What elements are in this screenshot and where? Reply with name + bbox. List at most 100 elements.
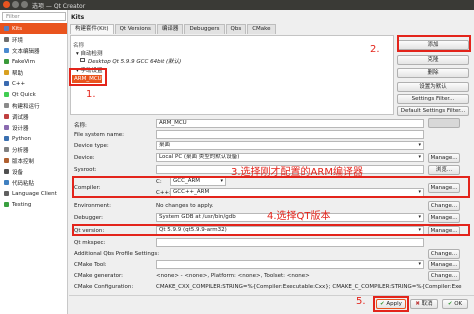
sidebar-item-label: 文本编辑器: [12, 48, 40, 55]
sysroot-browse-button[interactable]: 浏览...: [428, 165, 460, 175]
sidebar-item-label: Qt Quick: [12, 91, 36, 98]
sidebar-item-version-control[interactable]: 版本控制: [0, 155, 67, 166]
tree-item-desktop[interactable]: Desktop Qt 5.9.9 GCC 64bit (默认): [88, 57, 181, 65]
device-select[interactable]: Local PC (桌面 类型的默认设备): [156, 153, 424, 162]
annotation-box-compiler: [72, 176, 470, 198]
help-icon: [4, 70, 9, 75]
clone-button[interactable]: 克隆: [397, 55, 469, 65]
language-client-icon: [4, 191, 9, 196]
mkspec-label: Qt mkspec:: [74, 240, 106, 246]
annotation-box-apply: [373, 296, 409, 312]
filesystem-field[interactable]: [156, 130, 424, 139]
qbs-change-button[interactable]: Change...: [428, 249, 460, 259]
annotation-step-4: 4.选择QT版本: [267, 211, 331, 222]
sidebar-item-label: FakeVim: [12, 58, 35, 65]
sidebar-item-debugger[interactable]: 调试器: [0, 111, 67, 122]
debugger-manage-button[interactable]: Manage...: [428, 213, 460, 223]
sidebar-item-label: Python: [12, 135, 32, 142]
sidebar-item-label: 设计器: [12, 125, 29, 132]
sidebar-item-fakevim[interactable]: FakeVim: [0, 56, 67, 67]
sidebar-item-label: Language Client: [12, 190, 57, 197]
tab-qbs[interactable]: Qbs: [225, 24, 247, 34]
qt-quick-icon: [4, 92, 9, 97]
sidebar-item-label: 环境: [12, 37, 24, 44]
kit-tree[interactable]: [70, 35, 394, 115]
annotation-box-kit: [69, 68, 107, 86]
sidebar-item-label: 分析器: [12, 147, 29, 154]
sidebar-item-devices[interactable]: 设备: [0, 166, 67, 177]
tab-qt-versions[interactable]: Qt Versions: [114, 24, 156, 34]
kits-icon: [4, 26, 9, 31]
name-field[interactable]: ARM_MCU: [156, 119, 424, 128]
close-window-icon[interactable]: [3, 1, 10, 8]
cpp-icon: [4, 81, 9, 86]
remove-button[interactable]: 删除: [397, 68, 469, 78]
annotation-step-5: 5.: [356, 296, 366, 307]
cmake-generator-label: CMake generator:: [74, 273, 123, 279]
annotation-box-qt-version: [72, 224, 470, 236]
tree-group-auto[interactable]: ▾ 自动检测: [76, 49, 103, 57]
filesystem-label: File system name:: [74, 132, 125, 138]
tab-cmake[interactable]: CMake: [247, 24, 276, 34]
environment-change-button[interactable]: Change...: [428, 201, 460, 211]
build-run-icon: [4, 103, 9, 108]
kit-icon-button[interactable]: [428, 118, 460, 128]
sidebar-item-analyzer[interactable]: 分析器: [0, 144, 67, 155]
designer-icon: [4, 125, 9, 130]
sidebar-item-text-editor[interactable]: 文本编辑器: [0, 45, 67, 56]
sidebar-item-python[interactable]: Python: [0, 133, 67, 144]
sidebar-item-kits[interactable]: Kits: [0, 23, 67, 34]
filter-input[interactable]: Filter: [2, 12, 66, 21]
maximize-window-icon[interactable]: [21, 1, 28, 8]
cmake-config-value: CMAKE_CXX_COMPILER:STRING=%{Compiler:Exe…: [156, 284, 462, 290]
sidebar-item-help[interactable]: 帮助: [0, 67, 67, 78]
annotation-step-2: 2.: [370, 44, 380, 55]
sidebar-item-label: 帮助: [12, 70, 24, 77]
sidebar-item-designer[interactable]: 设计器: [0, 122, 67, 133]
ok-button[interactable]: ✔ OK: [442, 299, 468, 309]
devices-icon: [4, 169, 9, 174]
annotation-step-1: 1.: [86, 89, 96, 100]
cmake-generator-change-button[interactable]: Change...: [428, 271, 460, 281]
tab-bar: 构建套件(Kit) Qt Versions 编译器 Debuggers Qbs …: [70, 24, 277, 34]
sidebar-item-language-client[interactable]: Language Client: [0, 188, 67, 199]
cmake-generator-value: <none> - <none>, Platform: <none>, Tools…: [156, 273, 310, 279]
tab-compilers[interactable]: 编译器: [156, 24, 184, 34]
minimize-window-icon[interactable]: [12, 1, 19, 8]
title-bar: 选项 — Qt Creator: [0, 0, 474, 10]
qbs-profile-label: Additional Qbs Profile Settings:: [74, 251, 160, 257]
sidebar-item-code-paster[interactable]: 代码粘贴: [0, 177, 67, 188]
annotation-step-3: 3.选择刚才配置的ARM编译器: [231, 167, 363, 178]
cancel-button-label: 取消: [421, 301, 433, 307]
mkspec-field[interactable]: [156, 238, 424, 247]
device-label: Device:: [74, 155, 95, 161]
cmake-tool-select[interactable]: [156, 260, 424, 269]
device-manage-button[interactable]: Manage...: [428, 153, 460, 163]
environment-value: No changes to apply.: [156, 203, 214, 209]
sidebar-item-label: Kits: [12, 25, 23, 32]
sidebar-item-qt-quick[interactable]: Qt Quick: [0, 89, 67, 100]
tab-debuggers[interactable]: Debuggers: [184, 24, 225, 34]
sysroot-label: Sysroot:: [74, 167, 97, 173]
sidebar-item-build-run[interactable]: 构建和运行: [0, 100, 67, 111]
sidebar-item-environment[interactable]: 环境: [0, 34, 67, 45]
ok-button-label: OK: [454, 301, 463, 307]
tab-kits[interactable]: 构建套件(Kit): [70, 24, 114, 34]
settings-filter-button[interactable]: Settings Filter...: [397, 94, 469, 104]
page-title: Kits: [71, 14, 85, 21]
sidebar-item-testing[interactable]: Testing: [0, 199, 67, 210]
ok-icon: ✔: [447, 301, 453, 307]
sidebar-item-label: 版本控制: [12, 158, 35, 165]
default-settings-filter-button[interactable]: Default Settings Filter...: [397, 106, 469, 116]
version-control-icon: [4, 158, 9, 163]
sidebar-item-cpp[interactable]: C++: [0, 78, 67, 89]
sidebar-item-label: Testing: [12, 201, 32, 208]
device-type-select[interactable]: 桌面: [156, 141, 424, 150]
cmake-tool-manage-button[interactable]: Manage...: [428, 260, 460, 270]
cancel-button[interactable]: ✖ 取消: [410, 299, 438, 309]
desktop-monitor-icon: [80, 58, 85, 62]
make-default-button[interactable]: 设置为默认: [397, 82, 469, 92]
sidebar-item-label: 代码粘贴: [12, 180, 35, 187]
text-editor-icon: [4, 48, 9, 53]
annotation-box-add: [397, 35, 471, 52]
